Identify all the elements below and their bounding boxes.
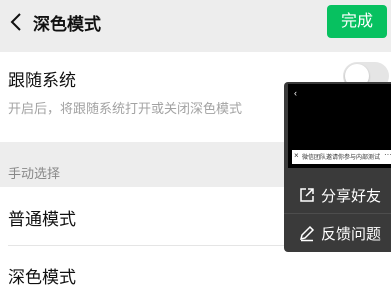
edit-icon [299, 225, 315, 242]
back-arrow-icon[interactable] [6, 8, 28, 36]
page-preview-thumbnail[interactable]: ‹ × 微信团队邀请你参与内部测试 ··· [288, 84, 391, 168]
option-label: 普通模式 [8, 210, 76, 229]
share-label: 分享好友 [321, 188, 382, 205]
done-button[interactable]: 完成 [327, 5, 387, 38]
page-title: 深色模式 [33, 15, 101, 34]
option-label: 深色模式 [8, 268, 76, 287]
follow-system-label: 跟随系统 [8, 71, 76, 90]
manual-section-label: 手动选择 [8, 166, 61, 181]
report-issue-button[interactable]: 反馈问题 [284, 214, 391, 252]
share-icon [300, 188, 314, 202]
share-to-friend-button[interactable]: 分享好友 [284, 176, 391, 214]
follow-system-description: 开启后，将跟随系统打开或关闭深色模式 [8, 101, 243, 116]
preview-back-icon: ‹ [294, 88, 297, 98]
preview-more-icon: ··· [384, 150, 391, 159]
nav-bar: 深色模式 完成 [0, 0, 391, 44]
feedback-label: 反馈问题 [321, 226, 382, 243]
preview-banner: × 微信团队邀请你参与内部测试 ··· [292, 150, 391, 164]
preview-close-icon: × [294, 151, 299, 160]
share-feedback-popover: ‹ × 微信团队邀请你参与内部测试 ··· 分享好友 反馈问题 [284, 82, 391, 252]
preview-banner-text: 微信团队邀请你参与内部测试 [302, 155, 381, 161]
option-dark-mode[interactable]: 深色模式 [0, 245, 391, 303]
